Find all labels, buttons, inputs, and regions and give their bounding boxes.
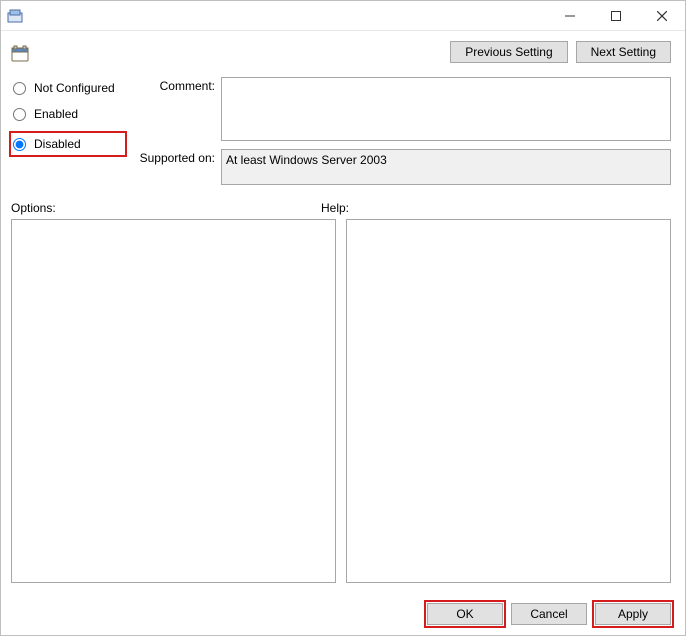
options-pane [11, 219, 336, 583]
radio-not-configured-label: Not Configured [34, 81, 115, 95]
previous-setting-button[interactable]: Previous Setting [450, 41, 567, 63]
help-pane [346, 219, 671, 583]
content-area: Previous Setting Next Setting Not Config… [1, 31, 685, 593]
comment-textarea[interactable] [221, 77, 671, 141]
policy-icon [11, 45, 29, 63]
app-icon [7, 8, 23, 24]
supported-on-text [221, 149, 671, 185]
radio-enabled-label: Enabled [34, 107, 78, 121]
close-button[interactable] [639, 1, 685, 31]
next-setting-button[interactable]: Next Setting [576, 41, 671, 63]
radio-disabled[interactable]: Disabled [9, 131, 127, 157]
radio-disabled-label: Disabled [34, 137, 81, 151]
policy-editor-window: Previous Setting Next Setting Not Config… [0, 0, 686, 636]
minimize-button[interactable] [547, 1, 593, 31]
radio-enabled-input[interactable] [13, 108, 26, 121]
radio-disabled-input[interactable] [13, 138, 26, 151]
window-controls [547, 1, 685, 31]
comment-label: Comment: [135, 77, 221, 93]
radio-not-configured-input[interactable] [13, 82, 26, 95]
supported-on-label: Supported on: [135, 149, 221, 165]
dialog-footer: OK Cancel Apply [1, 593, 685, 635]
radio-not-configured[interactable]: Not Configured [11, 79, 135, 97]
help-label: Help: [321, 201, 349, 215]
ok-button[interactable]: OK [427, 603, 503, 625]
radio-enabled[interactable]: Enabled [11, 105, 135, 123]
state-radio-group: Not Configured Enabled Disabled [11, 77, 135, 185]
cancel-button[interactable]: Cancel [511, 603, 587, 625]
options-label: Options: [11, 201, 321, 215]
apply-button[interactable]: Apply [595, 603, 671, 625]
maximize-button[interactable] [593, 1, 639, 31]
titlebar [1, 1, 685, 31]
